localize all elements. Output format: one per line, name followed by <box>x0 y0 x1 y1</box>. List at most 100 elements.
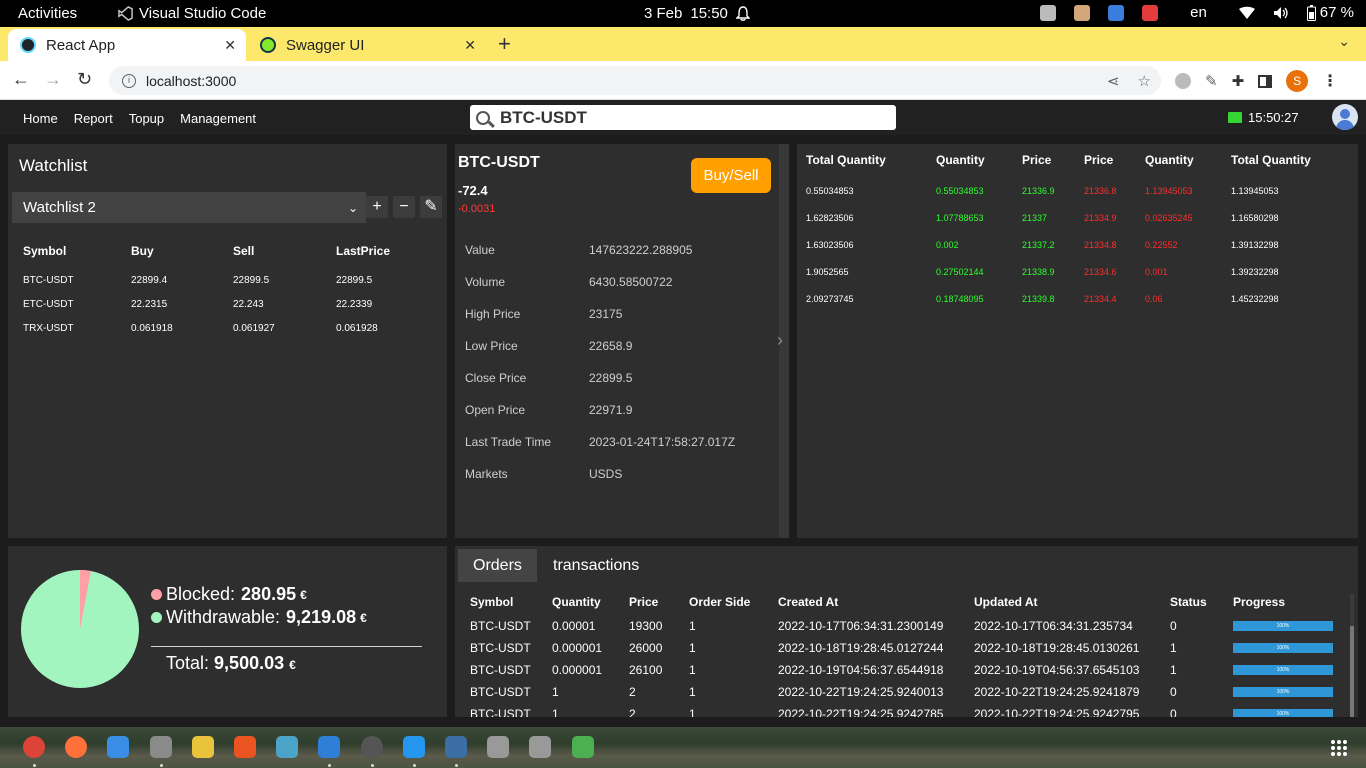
system-tray[interactable]: en 67 % <box>1040 4 1354 21</box>
column-header[interactable]: Status <box>1170 595 1207 609</box>
column-header[interactable]: Buy <box>131 244 233 258</box>
back-arrow-icon[interactable]: ← <box>12 69 30 90</box>
field-value: 147623222.288905 <box>589 243 693 257</box>
nav-topup[interactable]: Topup <box>129 111 164 126</box>
docker-icon[interactable] <box>402 736 425 758</box>
disk-icon[interactable] <box>529 736 552 758</box>
trash-icon[interactable] <box>571 736 594 758</box>
nav-report[interactable]: Report <box>74 111 113 126</box>
total-label: Total: <box>166 653 210 673</box>
column-header[interactable]: Quantity <box>552 595 601 609</box>
shield-icon[interactable] <box>1108 4 1125 21</box>
firefox-icon[interactable] <box>65 736 88 758</box>
column-header[interactable]: Order Side <box>689 595 750 609</box>
clock[interactable]: 3 Feb 15:50 <box>644 5 750 22</box>
close-tab-icon[interactable]: ✕ <box>464 37 476 54</box>
thunderbird-icon[interactable] <box>107 736 130 758</box>
ticker-change: -72.4 <box>458 183 488 198</box>
software-icon[interactable] <box>234 736 256 758</box>
user-avatar[interactable] <box>1332 104 1358 130</box>
balance-panel: Blocked: 280.95 € Withdrawable: 9,219.08… <box>8 546 447 717</box>
column-header[interactable]: Price <box>629 595 658 609</box>
add-watchlist-button[interactable]: + <box>366 196 388 218</box>
anydesk-icon[interactable] <box>1142 4 1159 21</box>
edit-watchlist-button[interactable]: ✎ <box>420 196 442 218</box>
price-cell: 19300 <box>629 619 663 633</box>
running-indicator <box>328 764 332 767</box>
column-header[interactable]: Created At <box>778 595 838 609</box>
field-label: Open Price <box>465 403 526 417</box>
symbol-cell: BTC-USDT <box>470 707 531 717</box>
battery-percent: 67 % <box>1319 4 1354 21</box>
battery-indicator[interactable]: 67 % <box>1306 4 1354 21</box>
forward-arrow-icon[interactable]: → <box>44 69 62 90</box>
chrome-icon[interactable] <box>23 736 45 758</box>
symbol-search[interactable] <box>470 105 896 130</box>
ticker-field: Markets USDS <box>465 467 622 481</box>
progress-bar: 100% <box>1233 643 1333 653</box>
active-app-menu[interactable]: Visual Studio Code <box>118 5 266 22</box>
extension-globe-icon[interactable] <box>1175 73 1191 89</box>
column-header[interactable]: Symbol <box>470 595 513 609</box>
wifi-icon[interactable] <box>1238 6 1255 20</box>
reload-icon[interactable]: ↻ <box>77 69 92 90</box>
app-navbar: Home Report Topup Management 15:50:27 <box>0 100 1366 135</box>
symbol-cell: BTC-USDT <box>470 663 531 677</box>
chevron-right-icon[interactable]: › <box>777 330 783 351</box>
cat-tray-icon[interactable] <box>1074 4 1091 21</box>
vscode-icon[interactable] <box>318 736 341 758</box>
extension-eyedropper-icon[interactable]: ✎ <box>1205 72 1218 90</box>
extensions-puzzle-icon[interactable]: ✚ <box>1232 72 1245 90</box>
tab-orders[interactable]: Orders <box>458 549 537 582</box>
disk-icon[interactable] <box>487 736 510 758</box>
tab-swagger-ui[interactable]: Swagger UI ✕ <box>248 29 486 61</box>
ticker-field: Value 147623222.288905 <box>465 243 692 257</box>
status-cell: 1 <box>1170 641 1177 655</box>
buy-sell-button[interactable]: Buy/Sell <box>691 158 771 193</box>
table-row[interactable]: BTC-USDT 22899.4 22899.5 22899.5 <box>23 268 436 292</box>
status-cell: 0 <box>1170 685 1177 699</box>
column-header[interactable]: Symbol <box>23 244 131 258</box>
terminal-icon[interactable] <box>445 736 467 758</box>
menu-kebab-icon[interactable]: ⋮ <box>1322 71 1338 91</box>
price-cell: 26100 <box>629 663 663 677</box>
watchlist-select[interactable]: Watchlist 2 ⌄ <box>12 192 366 223</box>
show-apps-grid-icon[interactable] <box>1331 740 1347 756</box>
docker-tray-icon[interactable] <box>1040 4 1057 21</box>
column-header[interactable]: Sell <box>233 244 336 258</box>
ask-price-cell: 21336.8 <box>1084 186 1117 196</box>
settings-icon[interactable] <box>360 736 383 758</box>
new-tab-icon[interactable]: + <box>498 31 511 57</box>
network-icon[interactable] <box>276 736 299 758</box>
order-side-cell: 1 <box>689 707 696 717</box>
bookmark-star-icon[interactable]: ☆ <box>1138 72 1151 90</box>
divider <box>151 646 422 647</box>
language-indicator[interactable]: en <box>1190 4 1207 21</box>
rhythmbox-icon[interactable] <box>191 736 214 758</box>
side-panel-icon[interactable] <box>1258 74 1273 88</box>
table-row[interactable]: ETC-USDT 22.2315 22.243 22.2339 <box>23 292 436 316</box>
column-header[interactable]: LastPrice <box>336 244 436 258</box>
tab-transactions[interactable]: transactions <box>538 549 654 582</box>
site-info-icon[interactable]: i <box>122 73 136 88</box>
table-row[interactable]: TRX-USDT 0.061918 0.061927 0.061928 <box>23 316 436 340</box>
tab-search-chevron-icon[interactable]: ⌄ <box>1338 33 1350 50</box>
files-icon[interactable] <box>149 736 172 758</box>
orders-scrollbar-thumb[interactable] <box>1350 626 1354 717</box>
nav-home[interactable]: Home <box>23 111 58 126</box>
address-bar[interactable]: i localhost:3000 ⋖ ☆ <box>109 66 1161 95</box>
share-icon[interactable]: ⋖ <box>1107 72 1120 90</box>
symbol-search-input[interactable] <box>500 107 880 128</box>
close-tab-icon[interactable]: ✕ <box>224 37 236 54</box>
url-text[interactable]: localhost:3000 <box>146 73 236 89</box>
profile-avatar[interactable]: S <box>1286 70 1309 92</box>
activities-button[interactable]: Activities <box>18 5 77 22</box>
volume-icon[interactable] <box>1273 6 1289 20</box>
nav-management[interactable]: Management <box>180 111 256 126</box>
balance-pie-chart <box>21 570 139 688</box>
column-header[interactable]: Progress <box>1233 595 1285 609</box>
tab-react-app[interactable]: React App ✕ <box>8 29 246 61</box>
remove-watchlist-button[interactable]: − <box>393 196 415 218</box>
column-header[interactable]: Updated At <box>974 595 1038 609</box>
clock-time: 15:50 <box>690 5 728 22</box>
